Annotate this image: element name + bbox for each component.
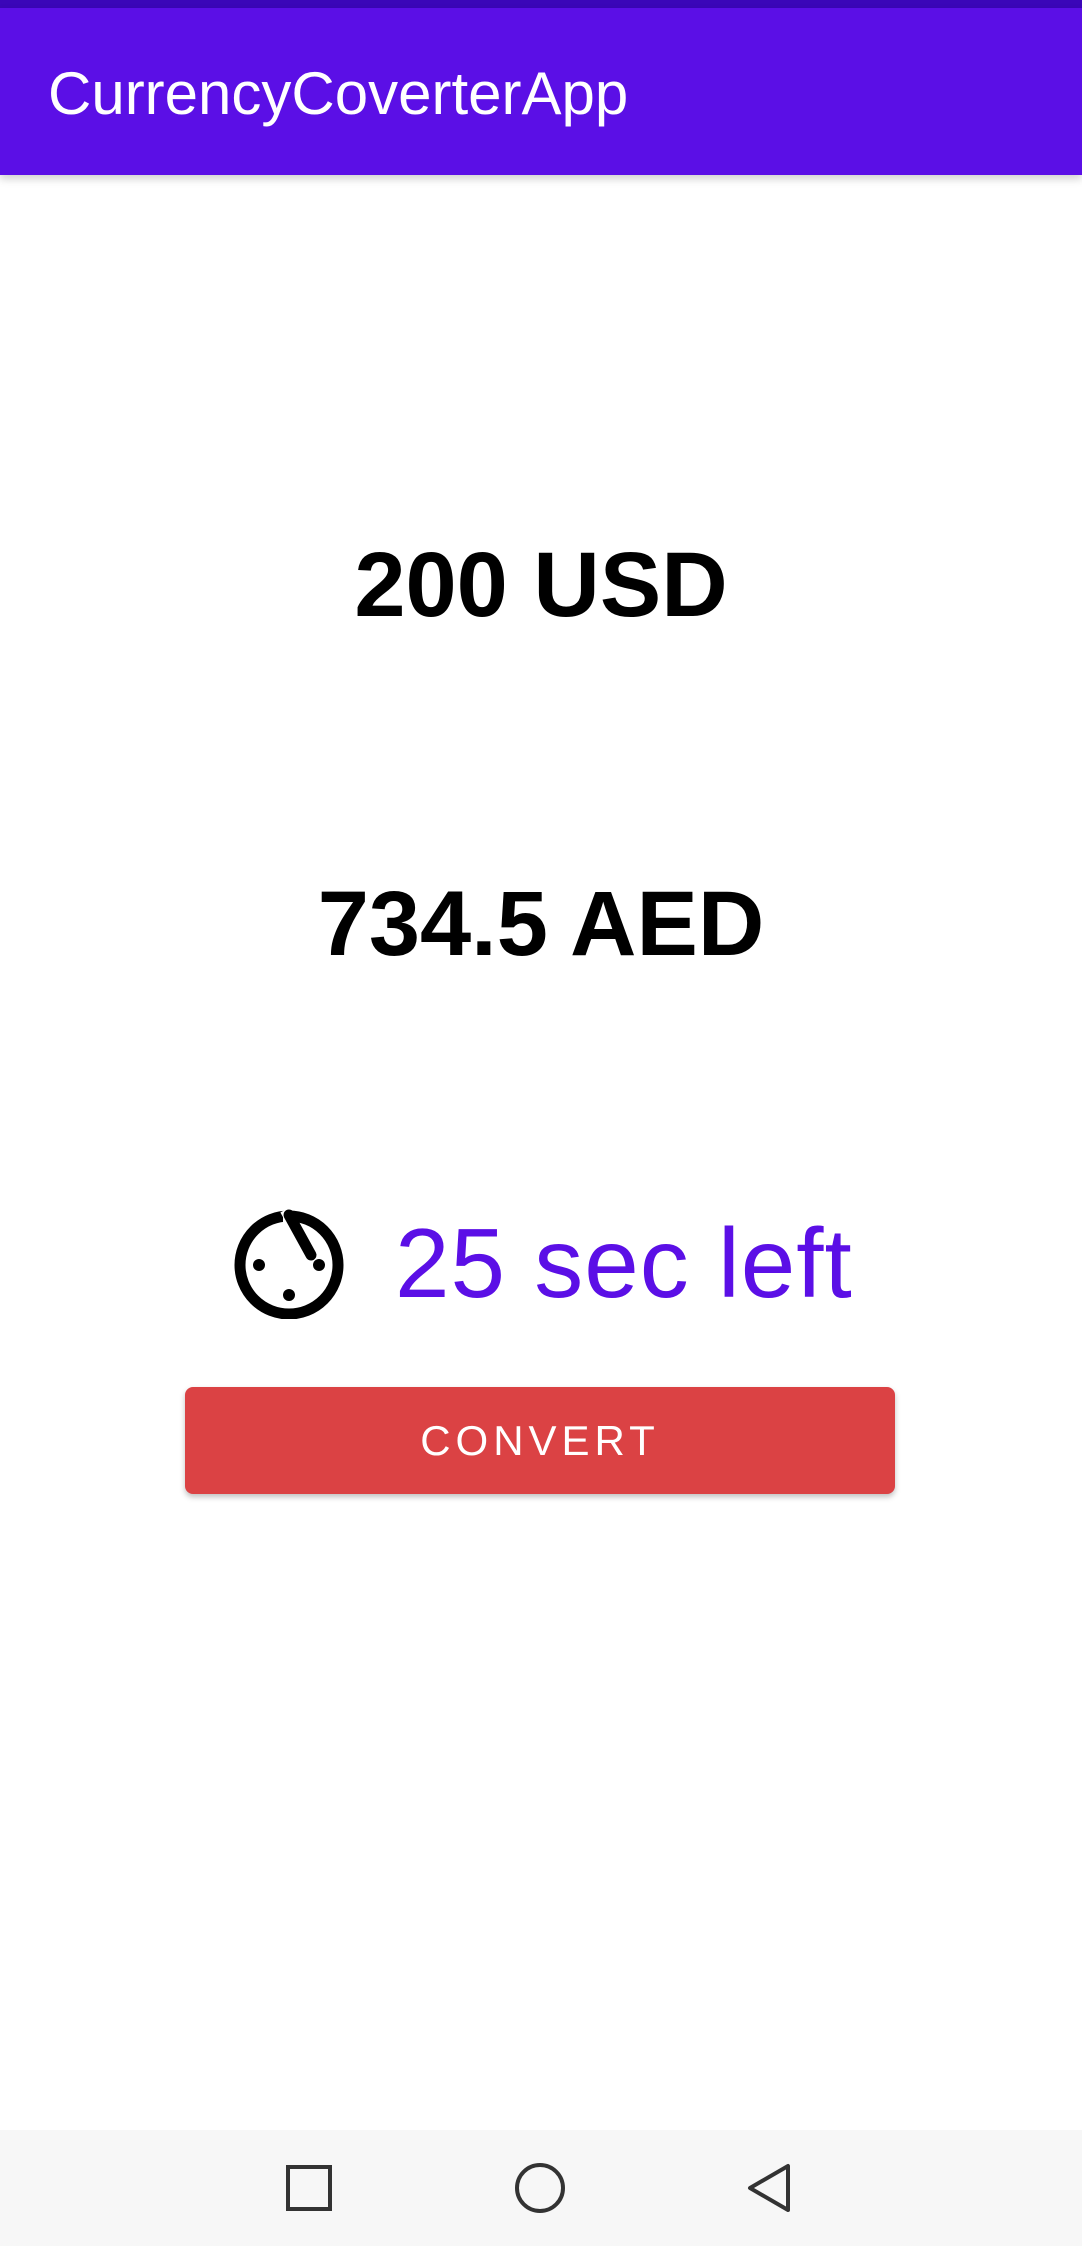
timer-icon (234, 1209, 344, 1319)
triangle-back-icon (748, 2164, 790, 2212)
timer-row: 25 sec left (233, 1203, 853, 1323)
timer-countdown: 25 sec left (395, 1208, 853, 1318)
status-bar (0, 0, 1082, 8)
source-amount: 200 USD (354, 534, 728, 636)
circle-home-icon (515, 2163, 565, 2213)
app-screen: CurrencyCoverterApp 200 USD 734.5 AED 25… (0, 0, 1082, 2246)
back-button[interactable] (711, 2130, 827, 2246)
convert-button[interactable]: CONVERT (185, 1387, 895, 1494)
app-bar: CurrencyCoverterApp (0, 8, 1082, 175)
app-title: CurrencyCoverterApp (48, 60, 629, 127)
system-navigation-bar (0, 2130, 1082, 2246)
square-recents-icon (286, 2165, 332, 2211)
recents-button[interactable] (251, 2130, 367, 2246)
converted-amount: 734.5 AED (317, 873, 765, 975)
home-button[interactable] (482, 2130, 598, 2246)
